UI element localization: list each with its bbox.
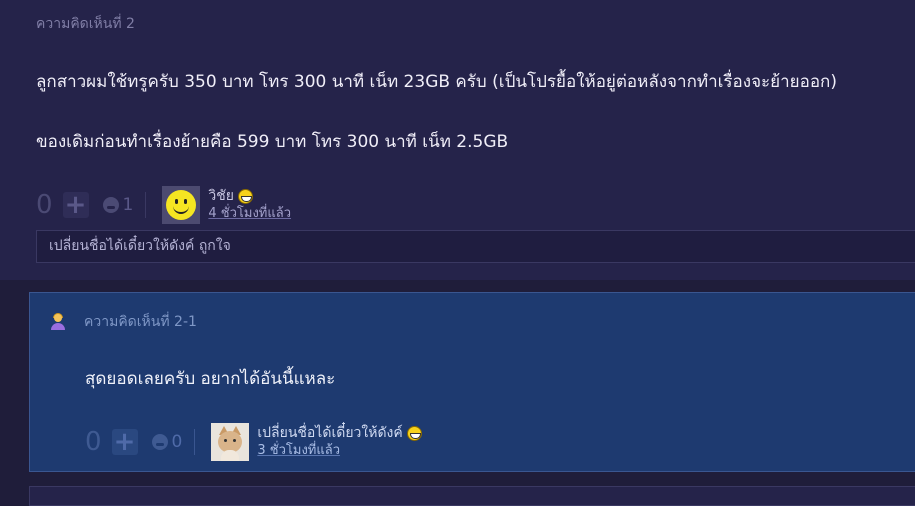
emotion-icon <box>102 197 119 213</box>
laugh-emoji-icon <box>237 189 253 204</box>
plus-icon: + <box>64 190 87 220</box>
comment-header: ความคิดเห็นที่ 2 <box>36 16 135 32</box>
person-icon <box>50 313 66 330</box>
laugh-emoji-icon <box>406 426 422 441</box>
plus-icon: + <box>113 427 136 457</box>
emotion-icon <box>151 434 168 450</box>
avatar[interactable] <box>211 423 250 461</box>
author-block: วิชัย 4 ชั่วโมงที่แล้ว <box>208 188 291 222</box>
comment-paragraph-1: ลูกสาวผมใช้ทรูครับ 350 บาท โทร 300 นาที … <box>36 72 837 92</box>
reply-actions: 0 + 0 เปลี่ยนชื่อได้เดี๋ยวให้ดังค์ 3 ชั่… <box>85 423 422 461</box>
divider <box>145 192 147 218</box>
plus-vote-button[interactable]: + <box>111 427 138 457</box>
avatar[interactable] <box>162 186 201 224</box>
timestamp-link[interactable]: 4 ชั่วโมงที่แล้ว <box>208 205 291 222</box>
author-block: เปลี่ยนชื่อได้เดี๋ยวให้ดังค์ 3 ชั่วโมงที… <box>257 425 422 459</box>
divider <box>194 429 196 455</box>
vote-count: 0 <box>36 190 53 220</box>
plus-vote-button[interactable]: + <box>62 190 89 220</box>
timestamp-link[interactable]: 3 ชั่วโมงที่แล้ว <box>257 442 421 459</box>
emotion-button[interactable]: 1 <box>102 195 134 215</box>
comment-paragraph-2: ของเดิมก่อนทำเรื่องย้ายคือ 599 บาท โทร 3… <box>36 132 509 152</box>
reply-2-1: ความคิดเห็นที่ 2-1 สุดยอดเลยครับ อยากได้… <box>29 292 915 472</box>
vote-count: 0 <box>85 427 102 457</box>
reply-body: สุดยอดเลยครับ อยากได้อันนี้แหละ <box>85 369 336 389</box>
comment-actions: 0 + 1 วิชัย 4 ชั่วโมงที่แล้ว <box>36 186 291 224</box>
emotion-button[interactable]: 0 <box>151 432 183 452</box>
reply-header: ความคิดเห็นที่ 2-1 <box>50 311 197 333</box>
emotion-count: 1 <box>122 195 134 215</box>
comment-2: ความคิดเห็นที่ 2 ลูกสาวผมใช้ทรูครับ 350 … <box>0 0 915 280</box>
author-name[interactable]: วิชัย <box>208 188 234 205</box>
reply-header-label: ความคิดเห็นที่ 2-1 <box>84 314 197 330</box>
smiley-avatar-icon <box>166 190 197 220</box>
nickname-edit-bar[interactable]: เปลี่ยนชื่อได้เดี๋ยวให้ดังค์ ถูกใจ <box>36 230 915 263</box>
author-name[interactable]: เปลี่ยนชื่อได้เดี๋ยวให้ดังค์ <box>257 425 402 442</box>
next-comment-box <box>29 486 915 506</box>
emotion-count: 0 <box>171 432 183 452</box>
